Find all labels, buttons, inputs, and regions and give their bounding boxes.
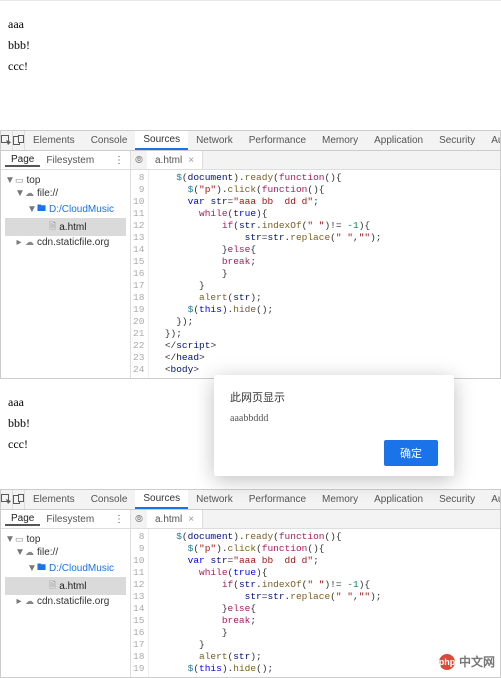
code-area[interactable]: 89101112131415161718192021222324 $(docum… bbox=[131, 170, 500, 378]
devtools-tabbar: Elements Console Sources Network Perform… bbox=[1, 490, 500, 510]
tab-console[interactable]: Console bbox=[83, 490, 136, 509]
tree-origin[interactable]: ▼☁file:// bbox=[5, 187, 126, 200]
more-icon[interactable]: ⋮ bbox=[108, 155, 130, 166]
close-icon[interactable]: × bbox=[188, 155, 194, 166]
subtab-page[interactable]: Page bbox=[5, 154, 40, 167]
editor-tab-ahtml[interactable]: a.html × bbox=[147, 151, 203, 169]
file-tree: ▼▭top ▼☁file:// ▼🖿D:/CloudMusic 🗎a.html … bbox=[1, 170, 130, 253]
subtab-filesystem[interactable]: Filesystem bbox=[40, 155, 100, 166]
devtools-panel-2: Elements Console Sources Network Perform… bbox=[0, 489, 501, 678]
subtab-filesystem[interactable]: Filesystem bbox=[40, 514, 100, 525]
tab-sources[interactable]: Sources bbox=[135, 131, 188, 150]
close-icon[interactable]: × bbox=[188, 514, 194, 525]
tab-audits[interactable]: Audits bbox=[483, 490, 500, 509]
tree-cdn[interactable]: ▸☁cdn.staticfile.org bbox=[5, 595, 126, 608]
device-toolbar-icon[interactable] bbox=[13, 490, 25, 510]
tree-file-ahtml[interactable]: 🗎a.html bbox=[5, 218, 126, 236]
tree-top[interactable]: ▼▭top bbox=[5, 174, 126, 187]
tree-folder[interactable]: ▼🖿D:/CloudMusic bbox=[5, 200, 126, 218]
tree-cdn[interactable]: ▸☁cdn.staticfile.org bbox=[5, 236, 126, 249]
tab-console[interactable]: Console bbox=[83, 131, 136, 150]
alert-dialog: 此网页显示 aaabbddd 确定 bbox=[214, 375, 454, 476]
rendered-page-2: aaa bbb! ccc! 此网页显示 aaabbddd 确定 bbox=[0, 379, 501, 489]
inspect-element-icon[interactable] bbox=[1, 490, 13, 510]
tab-security[interactable]: Security bbox=[431, 490, 483, 509]
page-text-line[interactable]: ccc! bbox=[8, 59, 493, 74]
devtools-tabbar: Elements Console Sources Network Perform… bbox=[1, 131, 500, 151]
editor-nav-icon[interactable]: ⦾ bbox=[131, 155, 147, 166]
tab-security[interactable]: Security bbox=[431, 131, 483, 150]
editor-tab-label: a.html bbox=[155, 514, 182, 525]
tab-performance[interactable]: Performance bbox=[241, 131, 314, 150]
tab-network[interactable]: Network bbox=[188, 490, 241, 509]
tab-network[interactable]: Network bbox=[188, 131, 241, 150]
dialog-ok-button[interactable]: 确定 bbox=[384, 440, 438, 466]
rendered-page-1: aaa bbb! ccc! bbox=[0, 0, 501, 130]
code-editor: ⦾ a.html × 8910111213141516171819 $(docu… bbox=[131, 510, 500, 677]
editor-tab-label: a.html bbox=[155, 155, 182, 166]
tab-memory[interactable]: Memory bbox=[314, 490, 366, 509]
code-editor: ⦾ a.html × 89101112131415161718192021222… bbox=[131, 151, 500, 378]
tab-memory[interactable]: Memory bbox=[314, 131, 366, 150]
tab-elements[interactable]: Elements bbox=[25, 490, 83, 509]
editor-tab-ahtml[interactable]: a.html × bbox=[147, 510, 203, 528]
subtab-page[interactable]: Page bbox=[5, 513, 40, 526]
watermark-text: 中文网 bbox=[459, 653, 495, 670]
tree-file-ahtml[interactable]: 🗎a.html bbox=[5, 577, 126, 595]
page-text-line[interactable]: bbb! bbox=[8, 38, 493, 53]
tab-audits[interactable]: Audits bbox=[483, 131, 500, 150]
editor-nav-icon[interactable]: ⦾ bbox=[131, 514, 147, 525]
tab-application[interactable]: Application bbox=[366, 490, 431, 509]
php-logo-icon: php bbox=[439, 654, 455, 670]
tab-sources[interactable]: Sources bbox=[135, 490, 188, 509]
dialog-title: 此网页显示 bbox=[230, 389, 438, 405]
tab-performance[interactable]: Performance bbox=[241, 490, 314, 509]
inspect-element-icon[interactable] bbox=[1, 131, 13, 151]
tree-top[interactable]: ▼▭top bbox=[5, 533, 126, 546]
file-tree: ▼▭top ▼☁file:// ▼🖿D:/CloudMusic 🗎a.html … bbox=[1, 529, 130, 612]
device-toolbar-icon[interactable] bbox=[13, 131, 25, 151]
more-icon[interactable]: ⋮ bbox=[108, 514, 130, 525]
tab-elements[interactable]: Elements bbox=[25, 131, 83, 150]
sources-sidebar: Page Filesystem ⋮ ▼▭top ▼☁file:// ▼🖿D:/C… bbox=[1, 151, 131, 378]
devtools-panel-1: Elements Console Sources Network Perform… bbox=[0, 130, 501, 379]
page-text-line[interactable]: aaa bbox=[8, 17, 493, 32]
tree-origin[interactable]: ▼☁file:// bbox=[5, 546, 126, 559]
tree-folder[interactable]: ▼🖿D:/CloudMusic bbox=[5, 559, 126, 577]
tab-application[interactable]: Application bbox=[366, 131, 431, 150]
dialog-message: aaabbddd bbox=[230, 413, 438, 424]
sources-sidebar: Page Filesystem ⋮ ▼▭top ▼☁file:// ▼🖿D:/C… bbox=[1, 510, 131, 677]
